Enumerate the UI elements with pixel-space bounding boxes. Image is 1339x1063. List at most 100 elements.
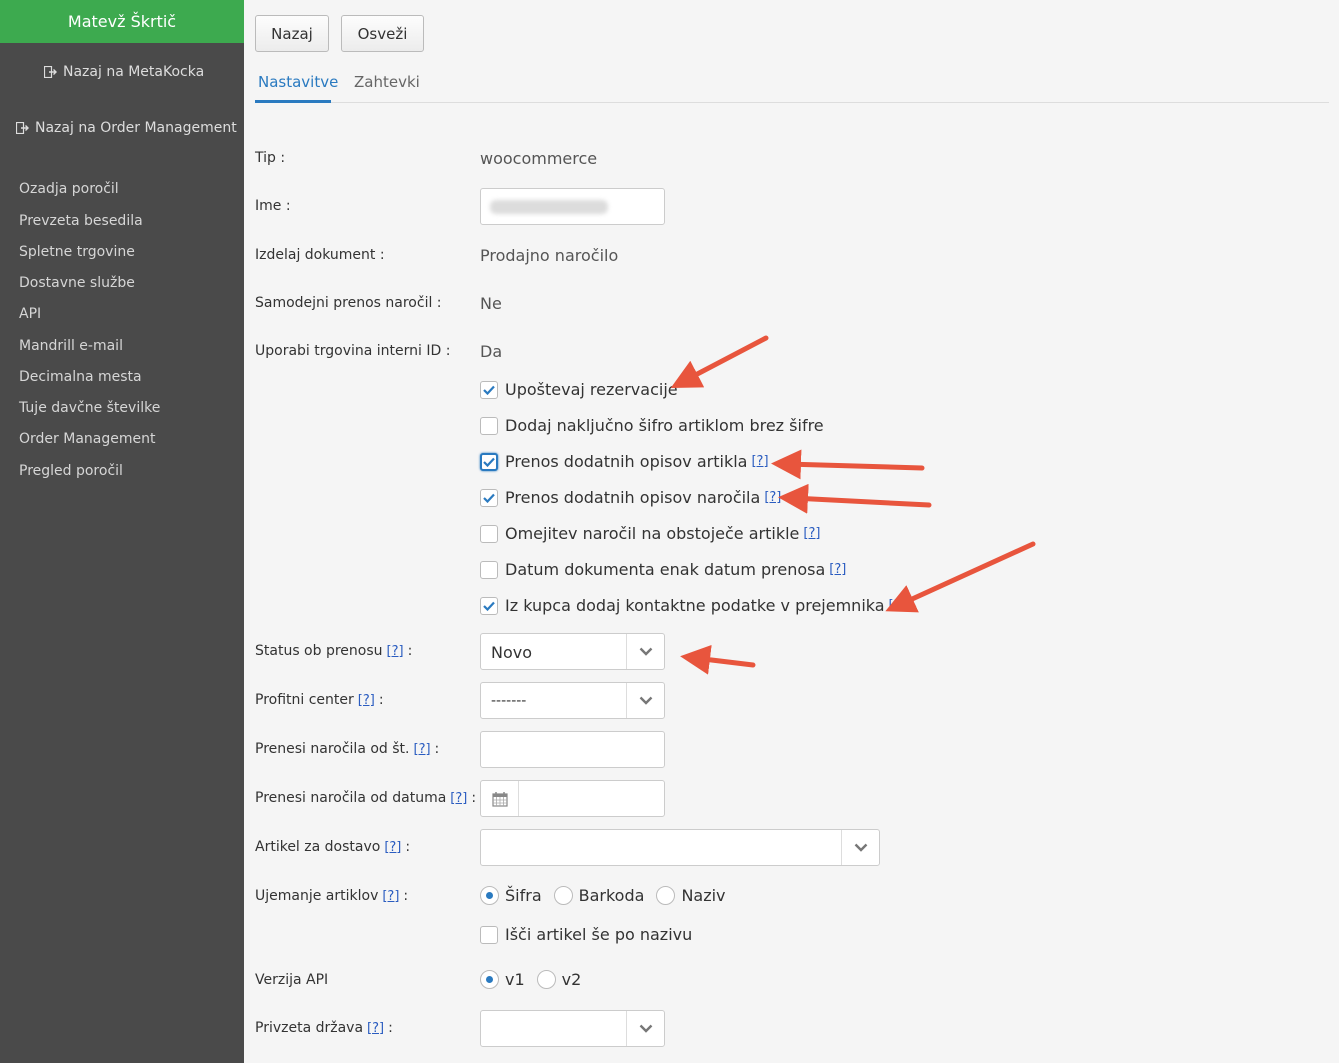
blurred-name-value [490, 200, 608, 214]
sidebar-item-mandrill-email[interactable]: Mandrill e-mail [19, 338, 123, 354]
random-code-checkbox[interactable] [480, 416, 498, 435]
back-to-order-management-link[interactable]: Nazaj na Order Management [16, 120, 237, 136]
checkbox-row-reservations[interactable]: Upoštevaj rezervacije [480, 380, 678, 399]
internal-id-value: Da [480, 342, 503, 361]
chevron-down-icon [841, 830, 879, 865]
help-link[interactable]: [?] [414, 742, 431, 757]
chevron-down-icon [626, 683, 664, 718]
profit-center-select[interactable]: ------- [480, 682, 665, 719]
user-name[interactable]: Matevž Škrtič [0, 0, 244, 43]
help-link[interactable]: [?] [387, 644, 404, 659]
from-date-label-row: Prenesi naročila od datuma [?]: [255, 790, 477, 806]
from-date-input[interactable] [480, 780, 665, 817]
item-descriptions-label: Prenos dodatnih opisov artikla [505, 452, 748, 471]
order-descriptions-checkbox[interactable] [480, 488, 498, 507]
delivery-item-label-row: Artikel za dostavo [?]: [255, 839, 411, 855]
matching-option-barcode[interactable]: Barkoda [553, 886, 645, 905]
default-country-label: Privzeta država [255, 1020, 364, 1036]
api-option-v2-label: v2 [561, 970, 582, 989]
name-input[interactable] [480, 188, 665, 225]
matching-option-code-label: Šifra [505, 886, 542, 905]
sidebar-item-report-overview[interactable]: Pregled poročil [19, 463, 123, 479]
chevron-down-icon [626, 634, 664, 669]
arrow-status [680, 644, 756, 675]
status-label: Status ob prenosu [255, 643, 383, 659]
refresh-button[interactable]: Osveži [341, 15, 424, 52]
sidebar-item-order-management[interactable]: Order Management [19, 431, 155, 447]
checkbox-row-limit-existing[interactable]: Omejitev naročil na obstoječe artikle [?… [480, 524, 824, 543]
sidebar-item-foreign-tax-numbers[interactable]: Tuje davčne številke [19, 400, 160, 416]
checkbox-row-contact-data[interactable]: Iz kupca dodaj kontaktne podatke v preje… [480, 596, 910, 615]
contact-data-label: Iz kupca dodaj kontaktne podatke v preje… [505, 596, 885, 615]
sidebar-item-api[interactable]: API [19, 306, 41, 322]
default-country-select[interactable] [480, 1010, 665, 1047]
checkbox-row-item-descriptions[interactable]: Prenos dodatnih opisov artikla [?] [480, 452, 773, 471]
from-date-label: Prenesi naročila od datuma [255, 790, 447, 806]
item-descriptions-checkbox[interactable] [480, 452, 498, 471]
check-icon [483, 457, 495, 467]
reservations-label: Upoštevaj rezervacije [505, 380, 678, 399]
checkbox-row-document-date[interactable]: Datum dokumenta enak datum prenosa [?] [480, 560, 850, 579]
radio-button[interactable] [480, 886, 499, 905]
radio-button[interactable] [536, 970, 556, 989]
api-option-v1-label: v1 [505, 970, 525, 989]
contact-data-checkbox[interactable] [480, 596, 498, 615]
from-number-input[interactable] [480, 731, 665, 768]
search-by-name-label: Išči artikel še po nazivu [505, 925, 693, 944]
help-link[interactable]: [?] [450, 791, 467, 806]
check-icon [483, 493, 495, 503]
profit-center-selected-value: ------- [491, 693, 527, 709]
item-matching-label: Ujemanje artiklov [255, 888, 379, 904]
radio-button[interactable] [553, 886, 573, 905]
item-matching-radios: Šifra Barkoda Naziv [480, 886, 738, 905]
profit-center-label: Profitni center [255, 692, 354, 708]
name-label: Ime : [255, 198, 291, 214]
sidebar-item-default-texts[interactable]: Prevzeta besedila [19, 213, 143, 229]
active-tab-indicator [255, 100, 331, 103]
type-value: woocommerce [480, 149, 598, 168]
chevron-down-icon [626, 1011, 664, 1046]
sidebar-item-web-shops[interactable]: Spletne trgovine [19, 244, 135, 260]
reservations-checkbox[interactable] [480, 380, 498, 399]
sidebar: Matevž Škrtič Nazaj na MetaKocka Nazaj n… [0, 0, 244, 1063]
limit-existing-checkbox[interactable] [480, 524, 498, 543]
help-link[interactable]: [?] [764, 490, 781, 505]
back-button[interactable]: Nazaj [255, 15, 329, 52]
delivery-item-select[interactable] [480, 829, 880, 866]
help-link[interactable]: [?] [384, 840, 401, 855]
matching-option-name-label: Naziv [681, 886, 726, 905]
calendar-icon[interactable] [481, 781, 519, 816]
back-to-metakocka-link[interactable]: Nazaj na MetaKocka [44, 64, 204, 80]
matching-option-name[interactable]: Naziv [656, 886, 726, 905]
help-link[interactable]: [?] [803, 526, 820, 541]
arrow-reservations [670, 335, 769, 388]
matching-option-barcode-label: Barkoda [578, 886, 645, 905]
tab-settings[interactable]: Nastavitve [258, 73, 338, 91]
type-label: Tip : [255, 150, 286, 166]
order-descriptions-label: Prenos dodatnih opisov naročila [505, 488, 761, 507]
checkbox-row-random-code[interactable]: Dodaj naključno šifro artiklom brez šifr… [480, 416, 824, 435]
document-date-checkbox[interactable] [480, 560, 498, 579]
radio-button[interactable] [480, 970, 499, 989]
help-link[interactable]: [?] [829, 562, 846, 577]
search-by-name-checkbox[interactable] [480, 925, 498, 944]
from-number-label: Prenesi naročila od št. [255, 741, 410, 757]
help-link[interactable]: [?] [358, 693, 375, 708]
help-link[interactable]: [?] [889, 598, 906, 613]
sidebar-item-decimal-places[interactable]: Decimalna mesta [19, 369, 142, 385]
api-option-v2[interactable]: v2 [536, 970, 582, 989]
tab-requests[interactable]: Zahtevki [354, 73, 420, 91]
radio-button[interactable] [656, 886, 676, 905]
matching-option-code[interactable]: Šifra [480, 886, 542, 905]
help-link[interactable]: [?] [367, 1021, 384, 1036]
help-link[interactable]: [?] [751, 454, 768, 469]
sidebar-item-delivery-services[interactable]: Dostavne službe [19, 275, 135, 291]
sidebar-item-report-backgrounds[interactable]: Ozadja poročil [19, 181, 119, 197]
checkbox-row-search-by-name[interactable]: Išči artikel še po nazivu [480, 925, 692, 944]
help-link[interactable]: [?] [382, 889, 399, 904]
api-option-v1[interactable]: v1 [480, 970, 525, 989]
arrow-item-descriptions [771, 449, 925, 480]
checkbox-row-order-descriptions[interactable]: Prenos dodatnih opisov naročila [?] [480, 488, 785, 507]
status-select[interactable]: Novo [480, 633, 665, 670]
sign-out-icon [44, 66, 57, 78]
